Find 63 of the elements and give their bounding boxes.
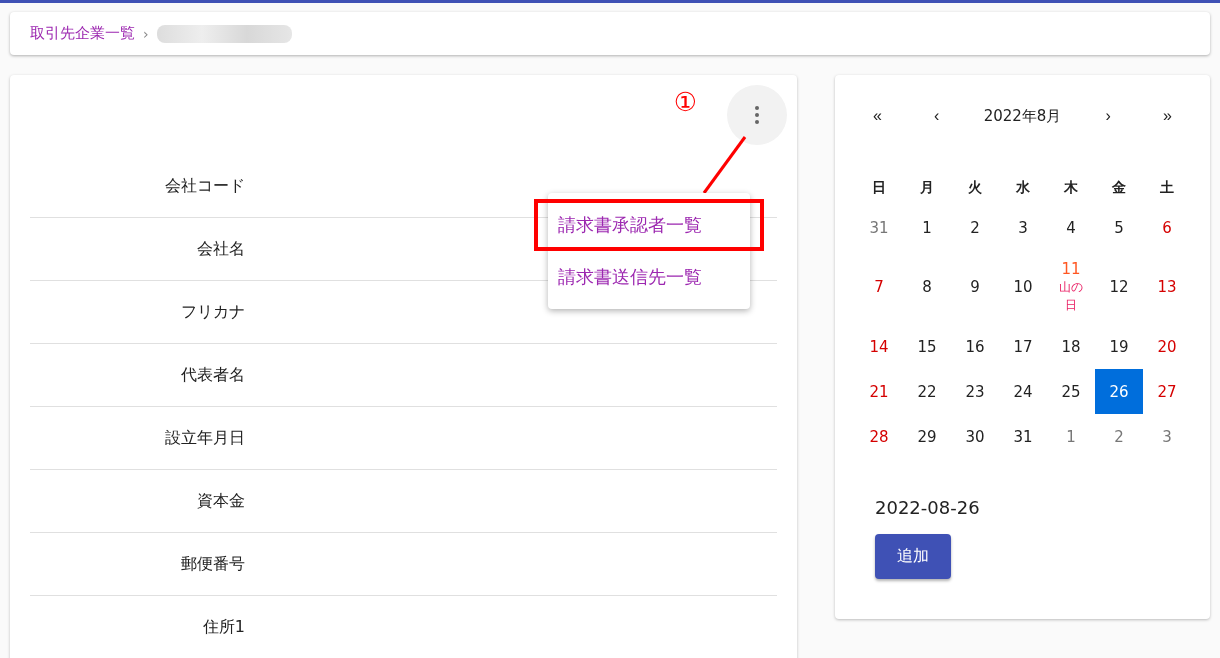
day-cell[interactable]: 1 bbox=[1047, 414, 1095, 459]
vertical-dots-icon bbox=[755, 106, 759, 124]
day-cell[interactable]: 25 bbox=[1047, 369, 1095, 414]
weekday-label: 月 bbox=[919, 178, 935, 197]
field-label: 住所1 bbox=[201, 616, 245, 638]
field-label: 会社名 bbox=[196, 238, 245, 260]
menu-item[interactable]: 請求書承認者一覧 bbox=[534, 199, 764, 251]
day-cell[interactable]: 11 山の日 bbox=[1047, 250, 1095, 324]
month-title: 2022年8月 bbox=[983, 106, 1062, 126]
weekday-label: 土 bbox=[1159, 178, 1175, 197]
first-button[interactable]: « bbox=[865, 103, 890, 129]
day-cell[interactable]: 24 bbox=[999, 369, 1047, 414]
next-button[interactable]: › bbox=[1097, 103, 1119, 129]
day-cell[interactable]: 27 bbox=[1143, 369, 1191, 414]
day-cell[interactable]: 18 bbox=[1047, 324, 1095, 369]
day-cell[interactable]: 29 bbox=[903, 414, 951, 459]
day-cell[interactable]: 4 bbox=[1047, 205, 1095, 250]
weekday-label: 日 bbox=[871, 178, 887, 197]
weekday-label: 木 bbox=[1063, 178, 1079, 197]
weekday-label: 金 bbox=[1111, 178, 1127, 197]
day-cell[interactable]: 1 bbox=[903, 205, 951, 250]
day-cell[interactable]: 20 bbox=[1143, 324, 1191, 369]
day-cell[interactable]: 6 bbox=[1143, 205, 1191, 250]
day-cell[interactable]: 13 bbox=[1143, 250, 1191, 324]
day-cell[interactable]: 8 bbox=[903, 250, 951, 324]
day-cell[interactable]: 3 bbox=[1143, 414, 1191, 459]
day-cell[interactable]: 5 bbox=[1095, 205, 1143, 250]
previous-button[interactable]: ‹ bbox=[926, 103, 948, 129]
field-label: 設立年月日 bbox=[164, 427, 245, 449]
annotation-number: ① bbox=[673, 89, 697, 115]
field-label: 代表者名 bbox=[180, 364, 245, 386]
weekday-label: 火 bbox=[967, 178, 983, 197]
field-label: 資本金 bbox=[196, 490, 245, 512]
day-cell[interactable]: 2 bbox=[951, 205, 999, 250]
day-cell[interactable]: 31 bbox=[855, 205, 903, 250]
day-cell[interactable]: 31 bbox=[999, 414, 1047, 459]
day-cell[interactable]: 3 bbox=[999, 205, 1047, 250]
day-cell[interactable]: 22 bbox=[903, 369, 951, 414]
day-cell[interactable]: 19 bbox=[1095, 324, 1143, 369]
day-cell[interactable]: 15 bbox=[903, 324, 951, 369]
day-cell[interactable]: 16 bbox=[951, 324, 999, 369]
field-label: 会社コード bbox=[164, 175, 245, 197]
day-cell[interactable]: 28 bbox=[855, 414, 903, 459]
weekday-label: 水 bbox=[1015, 178, 1031, 197]
last-button[interactable]: » bbox=[1155, 103, 1180, 129]
day-cell[interactable]: 21 bbox=[855, 369, 903, 414]
selected-date: 2022-08-26 bbox=[874, 497, 981, 518]
field-label: フリカナ bbox=[180, 301, 245, 323]
field-label: 郵便番号 bbox=[180, 553, 245, 575]
day-cell[interactable]: 14 bbox=[855, 324, 903, 369]
breadcrumb-separator: › bbox=[143, 25, 149, 42]
day-cell[interactable]: 23 bbox=[951, 369, 999, 414]
breadcrumb-link[interactable]: 取引先企業一覧 bbox=[30, 24, 135, 43]
menu-item[interactable]: 請求書送信先一覧 bbox=[534, 251, 764, 303]
day-cell[interactable]: 10 bbox=[999, 250, 1047, 324]
day-cell[interactable]: 26 bbox=[1095, 369, 1143, 414]
day-cell[interactable]: 9 bbox=[951, 250, 999, 324]
day-cell[interactable]: 17 bbox=[999, 324, 1047, 369]
day-cell[interactable]: 7 bbox=[855, 250, 903, 324]
add-button[interactable]: 追加 bbox=[875, 534, 951, 579]
day-cell[interactable]: 12 bbox=[1095, 250, 1143, 324]
day-cell[interactable]: 2 bbox=[1095, 414, 1143, 459]
day-cell[interactable]: 30 bbox=[951, 414, 999, 459]
